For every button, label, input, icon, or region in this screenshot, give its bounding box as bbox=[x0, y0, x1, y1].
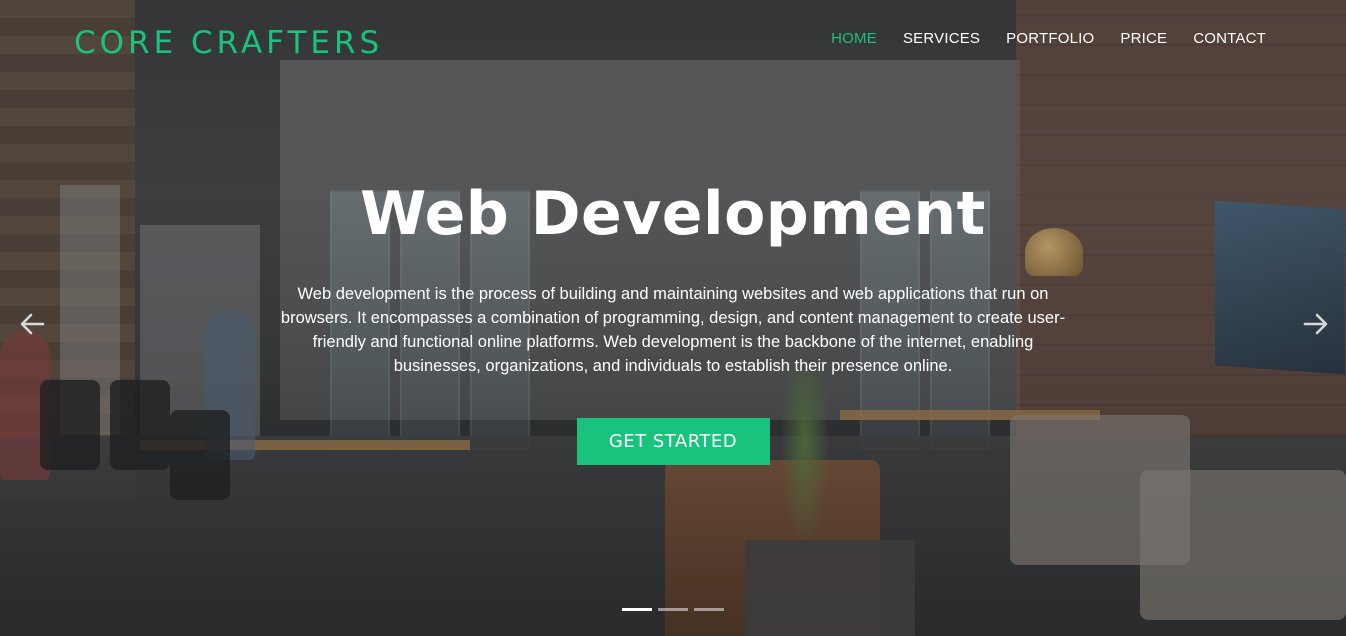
nav-home[interactable]: HOME bbox=[831, 30, 877, 47]
nav-services[interactable]: SERVICES bbox=[903, 30, 980, 47]
arrow-left-icon bbox=[20, 313, 45, 335]
nav-portfolio[interactable]: PORTFOLIO bbox=[1006, 30, 1094, 47]
carousel-indicator-2[interactable] bbox=[658, 608, 688, 611]
background-armchair bbox=[1140, 470, 1346, 620]
main-nav: HOME SERVICES PORTFOLIO PRICE CONTACT bbox=[831, 30, 1266, 47]
get-started-button[interactable]: GET STARTED bbox=[576, 418, 770, 465]
carousel-indicator-1[interactable] bbox=[622, 608, 652, 611]
nav-contact[interactable]: CONTACT bbox=[1193, 30, 1266, 47]
carousel-indicator-3[interactable] bbox=[694, 608, 724, 611]
hero-content: Web Development Web development is the p… bbox=[0, 178, 1346, 465]
hero-description: Web development is the process of buildi… bbox=[280, 285, 1066, 375]
carousel-indicators bbox=[0, 608, 1346, 611]
carousel-prev-button[interactable] bbox=[14, 308, 50, 340]
logo[interactable]: CORE CRAFTERS bbox=[74, 25, 383, 61]
background-floor bbox=[0, 436, 1346, 636]
background-table bbox=[745, 540, 915, 636]
nav-price[interactable]: PRICE bbox=[1120, 30, 1167, 47]
arrow-right-icon bbox=[1303, 313, 1328, 335]
hero-carousel: CORE CRAFTERS HOME SERVICES PORTFOLIO PR… bbox=[0, 0, 1346, 636]
hero-title: Web Development bbox=[360, 179, 986, 249]
navbar: CORE CRAFTERS HOME SERVICES PORTFOLIO PR… bbox=[0, 0, 1346, 80]
carousel-next-button[interactable] bbox=[1298, 308, 1334, 340]
